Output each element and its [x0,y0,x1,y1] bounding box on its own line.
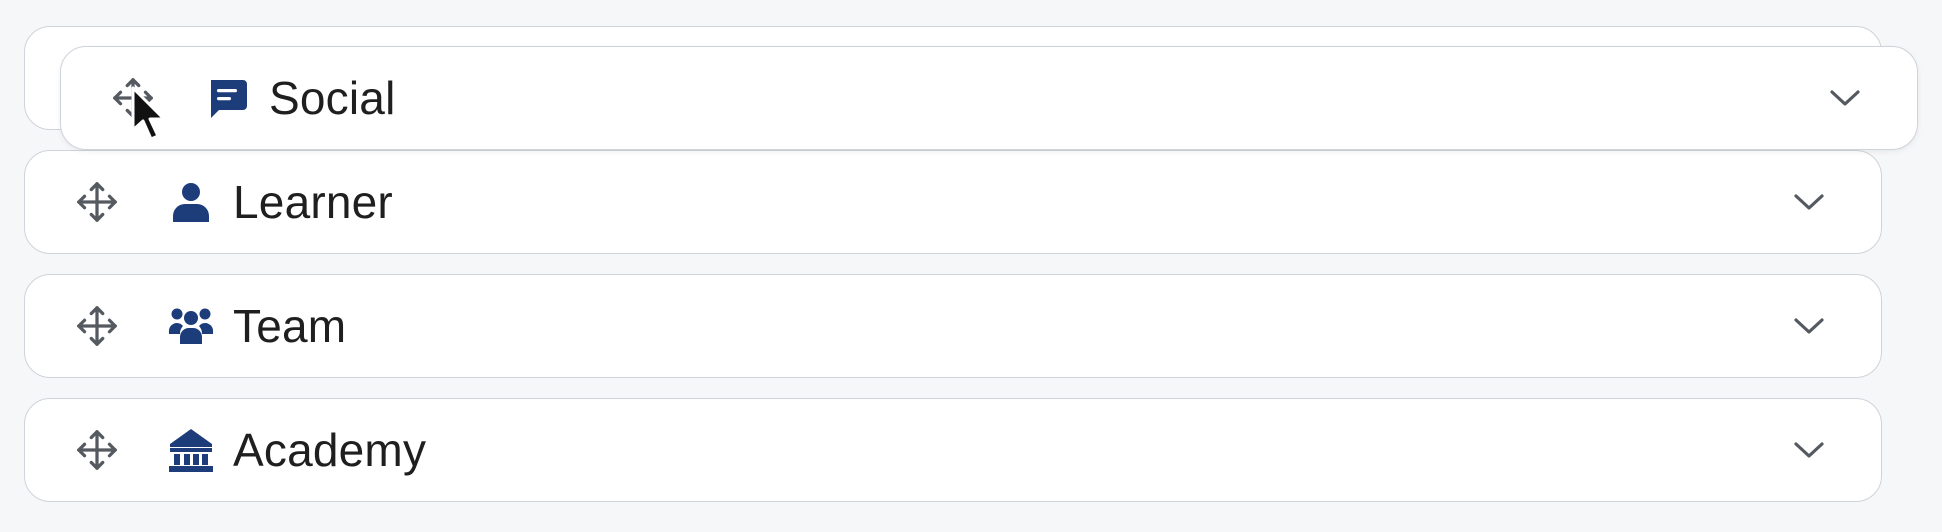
drag-handle-icon[interactable] [73,178,121,226]
building-icon [167,426,215,474]
chevron-down-icon[interactable] [1789,430,1829,470]
list-item-learner[interactable]: Learner [24,150,1882,254]
list-item-team[interactable]: Team [24,274,1882,378]
item-label: Academy [233,424,427,476]
item-label: Team [233,300,347,352]
draggable-category-list: Social Learner Team Academy [0,0,1942,532]
item-label: Learner [233,176,393,228]
drag-handle-icon[interactable] [73,426,121,474]
item-label: Social [269,72,396,124]
list-item-social[interactable]: Social [60,46,1918,150]
list-item-academy[interactable]: Academy [24,398,1882,502]
chevron-down-icon[interactable] [1825,78,1865,118]
chevron-down-icon[interactable] [1789,306,1829,346]
mouse-pointer-icon [130,86,170,146]
drag-handle-icon[interactable] [73,302,121,350]
team-icon [167,302,215,350]
chevron-down-icon[interactable] [1789,182,1829,222]
message-icon [203,74,251,122]
person-icon [167,178,215,226]
